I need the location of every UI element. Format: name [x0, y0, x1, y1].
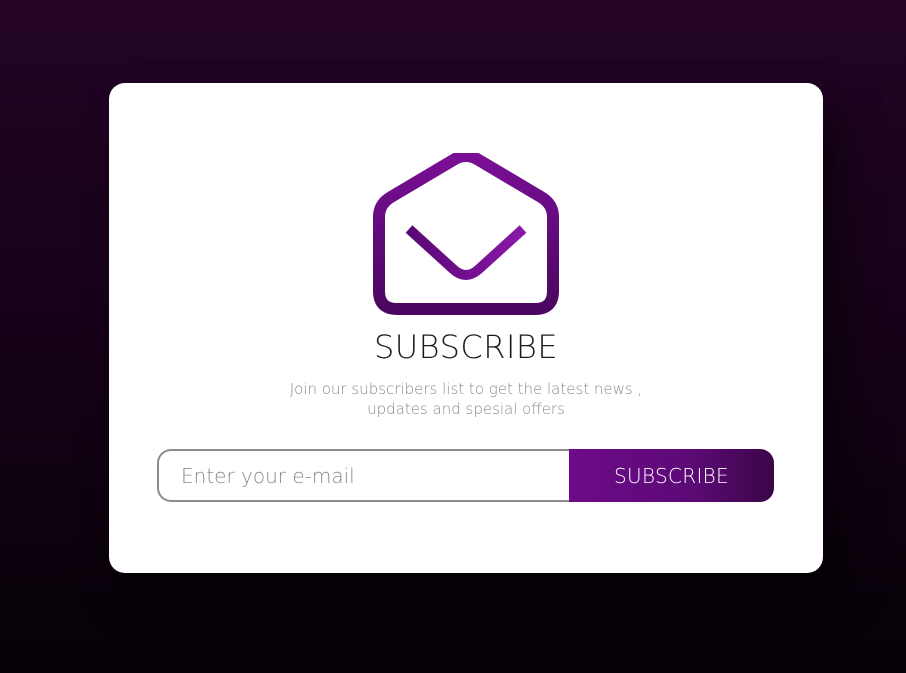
card-subtitle: Join our subscribers list to get the lat…	[109, 379, 823, 419]
card-title: SUBSCRIBE	[373, 328, 559, 366]
subscribe-form: SUBSCRIBE	[157, 449, 774, 502]
email-input[interactable]	[157, 449, 597, 502]
subtitle-line-1: Join our subscribers list to get the lat…	[289, 380, 643, 398]
subtitle-line-2: updates and spesial offers	[367, 400, 565, 418]
open-envelope-icon	[371, 153, 561, 317]
subscribe-button[interactable]: SUBSCRIBE	[569, 449, 774, 502]
subscribe-card: SUBSCRIBE Join our subscribers list to g…	[109, 83, 823, 573]
